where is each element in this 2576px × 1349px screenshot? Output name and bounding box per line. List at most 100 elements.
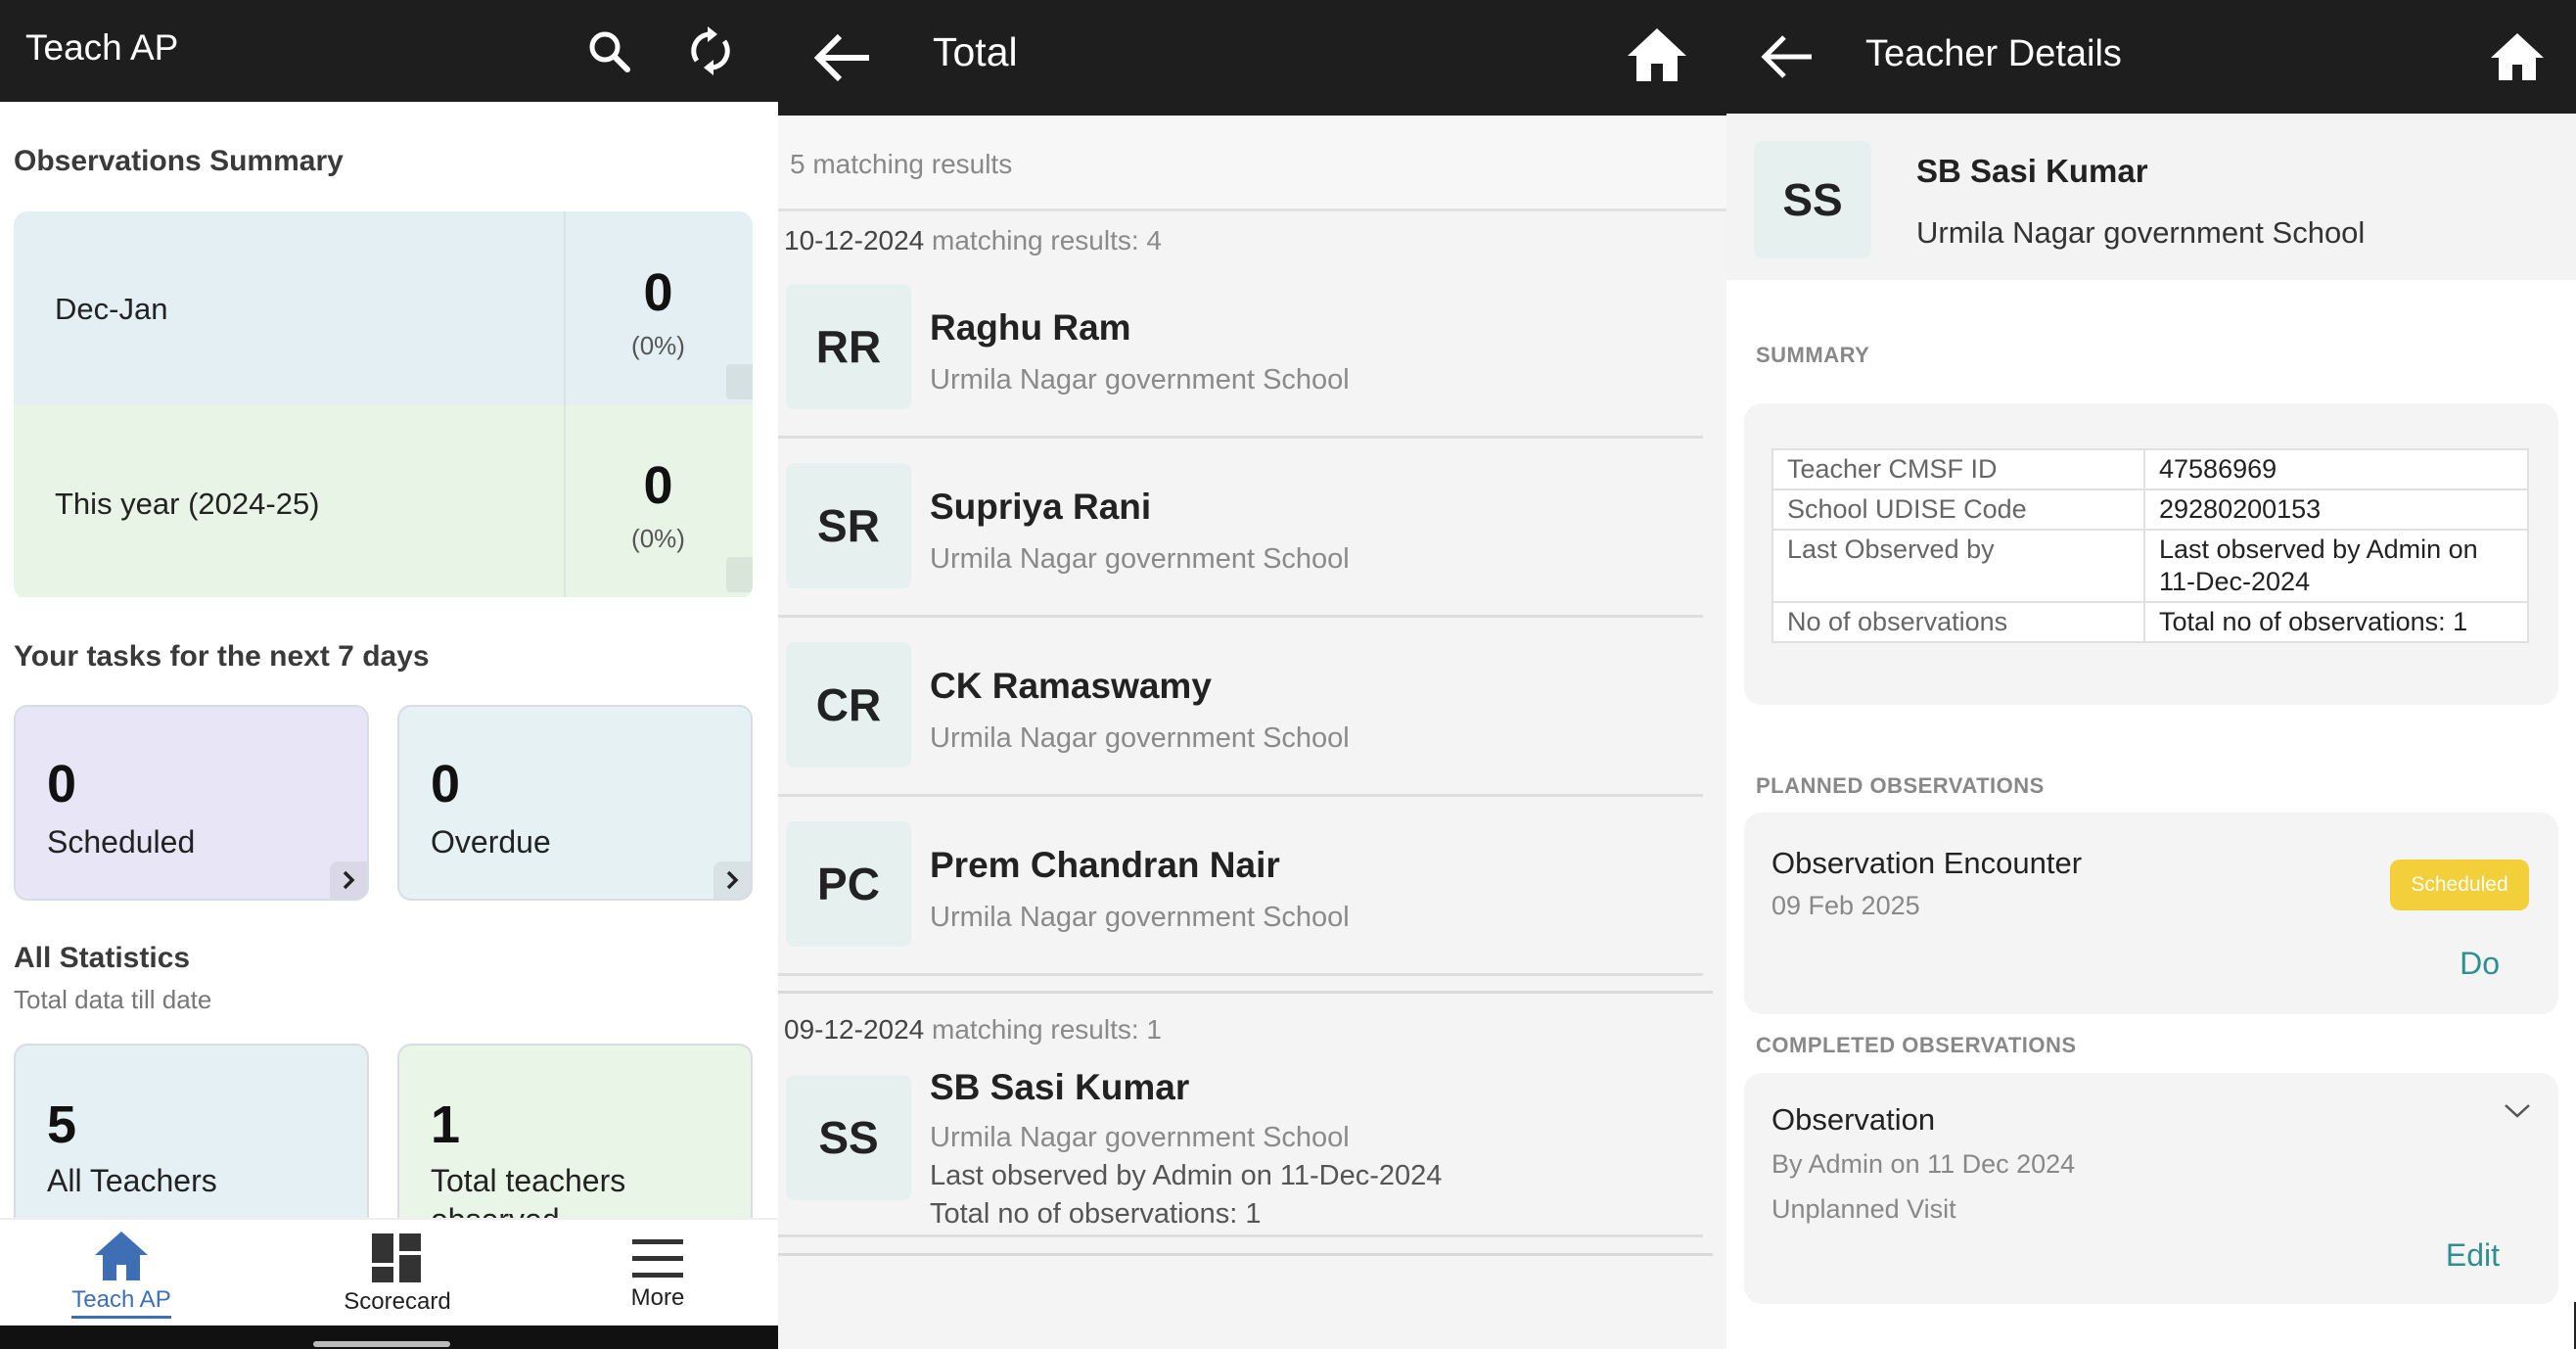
obs-row-dec-jan[interactable]: Dec-Jan 0 (0%) [14,211,753,404]
avatar: SS [786,1075,911,1200]
summary-table: Teacher CMSF ID 47586969 School UDISE Co… [1771,448,2529,643]
completed-observation-card[interactable]: Observation By Admin on 11 Dec 2024 Unpl… [1744,1073,2558,1304]
date-group-header: 09-12-2024 matching results: 1 [784,1014,1162,1046]
planned-observations-caption: PLANNED OBSERVATIONS [1756,773,2045,798]
tile-value: 1 [431,1095,461,1154]
home-icon[interactable] [2484,23,2551,90]
teacher-school: Urmila Nagar government School [1916,215,2366,250]
teacher-profile-header: SS SB Sasi Kumar Urmila Nagar government… [1726,114,2576,280]
app-title: Teach AP [25,27,179,68]
tile-value: 5 [47,1095,77,1154]
tasks-heading: Your tasks for the next 7 days [14,640,430,673]
teacher-details-screen: Teacher Details SS SB Sasi Kumar Urmila … [1726,0,2576,1349]
observation-by: By Admin on 11 Dec 2024 [1771,1149,2076,1179]
bottom-navigation: Teach AP Scorecard More [0,1218,778,1326]
page-title: Teacher Details [1865,33,2122,74]
obs-row-value: 0 [643,263,673,322]
planned-observation-card[interactable]: Observation Encounter 09 Feb 2025 Schedu… [1744,813,2558,1014]
back-arrow-icon[interactable] [1752,25,1820,88]
home-indicator[interactable] [313,1341,450,1347]
system-nav-bar [0,1326,778,1349]
avatar: CR [786,642,911,768]
summary-key: School UDISE Code [1771,488,2145,531]
nav-teach-ap[interactable]: Teach AP [14,1220,229,1327]
obs-row-this-year[interactable]: This year (2024-25) 0 (0%) [14,404,753,597]
teacher-school: Urmila Nagar government School [930,1122,1350,1153]
teacher-school: Urmila Nagar government School [930,364,1350,395]
scheduled-tile[interactable]: 0 Scheduled [14,705,369,901]
avatar: SR [786,463,911,588]
teacher-list-item[interactable]: RR Raghu Ram Urmila Nagar government Sch… [778,260,1703,439]
home-icon[interactable] [1620,18,1694,92]
table-row: No of observations Total no of observati… [1771,601,2529,643]
tile-label: All Teachers [47,1163,217,1198]
group-count: matching results: 4 [932,225,1163,256]
obs-row-percent: (0%) [631,331,685,360]
teacher-name: Raghu Ram [930,307,1131,348]
summary-key: Last Observed by [1771,529,2145,603]
back-arrow-icon[interactable] [807,23,876,92]
corner-tab [726,364,753,399]
observation-type: Unplanned Visit [1771,1194,1956,1224]
obs-row-value: 0 [643,456,673,515]
table-row: Teacher CMSF ID 47586969 [1771,448,2529,490]
app-bar: Teach AP [0,0,778,102]
summary-key: Teacher CMSF ID [1771,448,2145,490]
obs-row-label: Dec-Jan [55,292,168,326]
total-observations: Total no of observations: 1 [930,1198,1262,1230]
page-title: Total [933,29,1018,74]
observation-title: Observation Encounter [1771,846,2083,880]
last-observed: Last observed by Admin on 11-Dec-2024 [930,1160,1443,1191]
completed-observations-caption: COMPLETED OBSERVATIONS [1756,1033,2077,1057]
nav-label: Teach AP [71,1286,171,1319]
nav-more[interactable]: More [550,1220,765,1327]
total-list-screen: Total 5 matching results 10-12-2024 matc… [778,0,1726,1349]
avatar: SS [1754,141,1871,258]
table-row: Last Observed by Last observed by Admin … [1771,529,2529,603]
observations-summary-card: Dec-Jan 0 (0%) This year (2024-25) 0 (0%… [14,211,753,599]
summary-key: No of observations [1771,601,2145,643]
group-count: matching results: 1 [932,1014,1163,1045]
observation-title: Observation [1771,1102,1936,1137]
teacher-list-item[interactable]: SS SB Sasi Kumar Urmila Nagar government… [778,1053,1703,1237]
app-bar: Total [778,0,1726,116]
obs-row-label: This year (2024-25) [55,487,320,521]
menu-icon [632,1239,683,1278]
teacher-name: SB Sasi Kumar [930,1067,1190,1107]
status-badge: Scheduled [2390,860,2529,910]
all-statistics-heading: All Statistics [14,942,191,974]
teacher-school: Urmila Nagar government School [930,902,1350,933]
nav-scorecard[interactable]: Scorecard [290,1220,505,1327]
tile-label: Overdue [431,824,551,860]
teacher-list-item[interactable]: SR Supriya Rani Urmila Nagar government … [778,440,1703,618]
do-button[interactable]: Do [2460,946,2500,982]
observations-summary-heading: Observations Summary [14,145,344,177]
app-bar: Teacher Details [1726,0,2576,114]
teacher-name: SB Sasi Kumar [1916,153,2148,189]
summary-caption: SUMMARY [1756,343,1870,367]
search-icon[interactable] [579,22,638,80]
group-divider [778,991,1713,994]
overdue-tile[interactable]: 0 Overdue [397,705,753,901]
observation-date: 09 Feb 2025 [1771,891,1920,920]
dashboard-icon [372,1233,421,1282]
home-screen: Teach AP Observations Summary Dec-Jan 0 … [0,0,778,1349]
teacher-name: Supriya Rani [930,487,1152,527]
tile-label: Scheduled [47,824,196,860]
teacher-list-item[interactable]: CR CK Ramaswamy Urmila Nagar government … [778,619,1703,797]
nav-label: More [630,1284,685,1311]
chevron-right-icon[interactable] [330,861,367,899]
teacher-list-item[interactable]: PC Prem Chandran Nair Urmila Nagar gover… [778,798,1703,976]
all-statistics-subtitle: Total data till date [14,985,212,1014]
summary-card: Teacher CMSF ID 47586969 School UDISE Co… [1744,403,2558,705]
teacher-name: Prem Chandran Nair [930,845,1280,885]
chevron-right-icon[interactable] [713,861,751,899]
edit-button[interactable]: Edit [2446,1237,2500,1274]
results-count: 5 matching results [790,149,1013,179]
summary-value: Last observed by Admin on 11-Dec-2024 [2143,529,2529,603]
chevron-down-icon[interactable] [2498,1096,2537,1126]
sync-icon[interactable] [681,22,740,80]
group-date: 10-12-2024 [784,225,925,256]
home-icon [95,1232,148,1280]
teacher-school: Urmila Nagar government School [930,543,1350,575]
